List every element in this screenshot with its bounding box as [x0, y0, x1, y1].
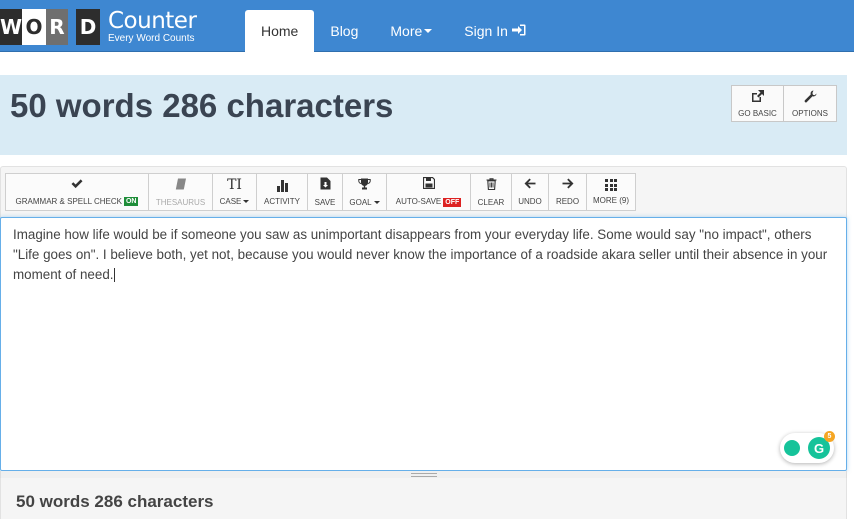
word-character-count: 50 words 286 characters — [10, 87, 394, 124]
case-button[interactable]: TI CASE — [212, 173, 256, 211]
footer-count-panel: 50 words 286 characters — [0, 478, 847, 519]
text-cursor — [113, 268, 115, 283]
chevron-down-icon — [424, 29, 433, 33]
logo-subtitle: Every Word Counts — [108, 33, 195, 44]
goal-button[interactable]: GOAL — [342, 173, 386, 211]
case-label: CASE — [219, 197, 242, 206]
nav-more[interactable]: More — [374, 10, 448, 52]
logo-title: Counter — [108, 8, 197, 34]
arrow-left-icon — [524, 178, 536, 192]
editor-toolbar: GRAMMAR & SPELL CHECK ON THESAURUS TI CAS… — [5, 173, 636, 211]
activity-button[interactable]: ACTIVITY — [256, 173, 307, 211]
text-editor[interactable]: Imagine how life would be if someone you… — [0, 217, 847, 471]
nav-more-label: More — [390, 23, 423, 39]
grammar-label: GRAMMAR & SPELL CHECK — [15, 196, 122, 206]
floppy-disk-icon — [422, 177, 435, 192]
external-link-icon — [751, 89, 764, 105]
footer-word-character-count: 50 words 286 characters — [16, 492, 214, 511]
nav-home[interactable]: Home — [245, 10, 315, 52]
logo-letter-r: R — [46, 9, 68, 45]
case-caret-icon — [243, 200, 250, 204]
clear-button[interactable]: CLEAR — [470, 173, 511, 211]
redo-label: REDO — [555, 197, 580, 206]
goal-caret-icon — [373, 200, 380, 204]
bar-chart-icon — [276, 179, 288, 192]
thesaurus-label: THESAURUS — [155, 197, 206, 207]
logo[interactable]: W O R D Counter Every Word Counts — [0, 8, 197, 45]
save-label: SAVE — [314, 198, 336, 207]
main-nav: Home Blog More Sign In — [245, 10, 542, 52]
grip-icon — [411, 473, 437, 477]
case-label-row: CASE — [220, 197, 250, 206]
trophy-icon — [358, 178, 371, 193]
nav-blog[interactable]: Blog — [314, 10, 374, 52]
logo-letter-d: D — [76, 9, 100, 45]
go-basic-button[interactable]: GO BASIC — [731, 85, 784, 122]
more-tools-button[interactable]: MORE (9) — [586, 173, 636, 211]
nav-sign-in-label: Sign In — [464, 23, 508, 39]
editor-toolbar-panel: GRAMMAR & SPELL CHECK ON THESAURUS TI CAS… — [0, 166, 847, 218]
header-count-panel: 50 words 286 characters GO BASIC OPTIONS — [0, 75, 847, 155]
undo-button[interactable]: UNDO — [511, 173, 548, 211]
editor-content[interactable]: Imagine how life would be if someone you… — [13, 225, 835, 285]
clear-label: CLEAR — [477, 197, 505, 207]
activity-label: ACTIVITY — [263, 196, 300, 206]
wrench-icon — [804, 90, 817, 105]
arrow-right-icon — [562, 178, 574, 192]
grammarly-letter: G — [813, 440, 825, 456]
grammar-label-row: GRAMMAR & SPELL CHECK ON — [15, 196, 139, 207]
thesaurus-button[interactable]: THESAURUS — [148, 173, 212, 211]
logo-text: Counter Every Word Counts — [108, 8, 197, 44]
options-label: OPTIONS — [791, 108, 828, 118]
checkmark-icon — [71, 178, 83, 192]
grammar-on-badge: ON — [123, 197, 139, 207]
auto-save-off-badge: OFF — [443, 197, 462, 207]
goal-label: GOAL — [349, 197, 372, 207]
save-button[interactable]: SAVE — [307, 173, 342, 211]
undo-label: UNDO — [518, 197, 542, 206]
grammarly-widget[interactable]: G 5 — [780, 431, 835, 463]
options-button[interactable]: OPTIONS — [784, 85, 837, 122]
auto-save-label: AUTO-SAVE — [395, 197, 442, 207]
redo-button[interactable]: REDO — [548, 173, 586, 211]
grid-icon — [605, 179, 617, 191]
file-download-icon — [320, 177, 331, 193]
book-icon — [175, 178, 187, 193]
top-navbar: W O R D Counter Every Word Counts Home B… — [0, 0, 854, 52]
lightbulb-icon[interactable] — [784, 440, 800, 456]
header-buttons: GO BASIC OPTIONS — [731, 85, 837, 122]
editor-text: Imagine how life would be if someone you… — [13, 227, 828, 282]
go-basic-label: GO BASIC — [738, 108, 777, 118]
editor-resize-handle[interactable] — [0, 471, 847, 478]
nav-sign-in[interactable]: Sign In — [448, 10, 542, 52]
logo-letter-o: O — [22, 9, 46, 45]
text-case-icon: TI — [227, 177, 242, 193]
logo-letter-w: W — [0, 9, 22, 45]
more-tools-label: MORE (9) — [593, 196, 629, 205]
auto-save-button[interactable]: AUTO-SAVE OFF — [386, 173, 470, 211]
grammar-spell-check-button[interactable]: GRAMMAR & SPELL CHECK ON — [5, 173, 148, 211]
goal-label-row: GOAL — [349, 197, 380, 207]
trash-icon — [486, 177, 497, 193]
grammarly-suggestion-count: 5 — [824, 431, 835, 442]
grammarly-icon[interactable]: G 5 — [808, 431, 835, 459]
sign-in-icon — [511, 24, 526, 39]
auto-save-label-row: AUTO-SAVE OFF — [395, 197, 462, 207]
